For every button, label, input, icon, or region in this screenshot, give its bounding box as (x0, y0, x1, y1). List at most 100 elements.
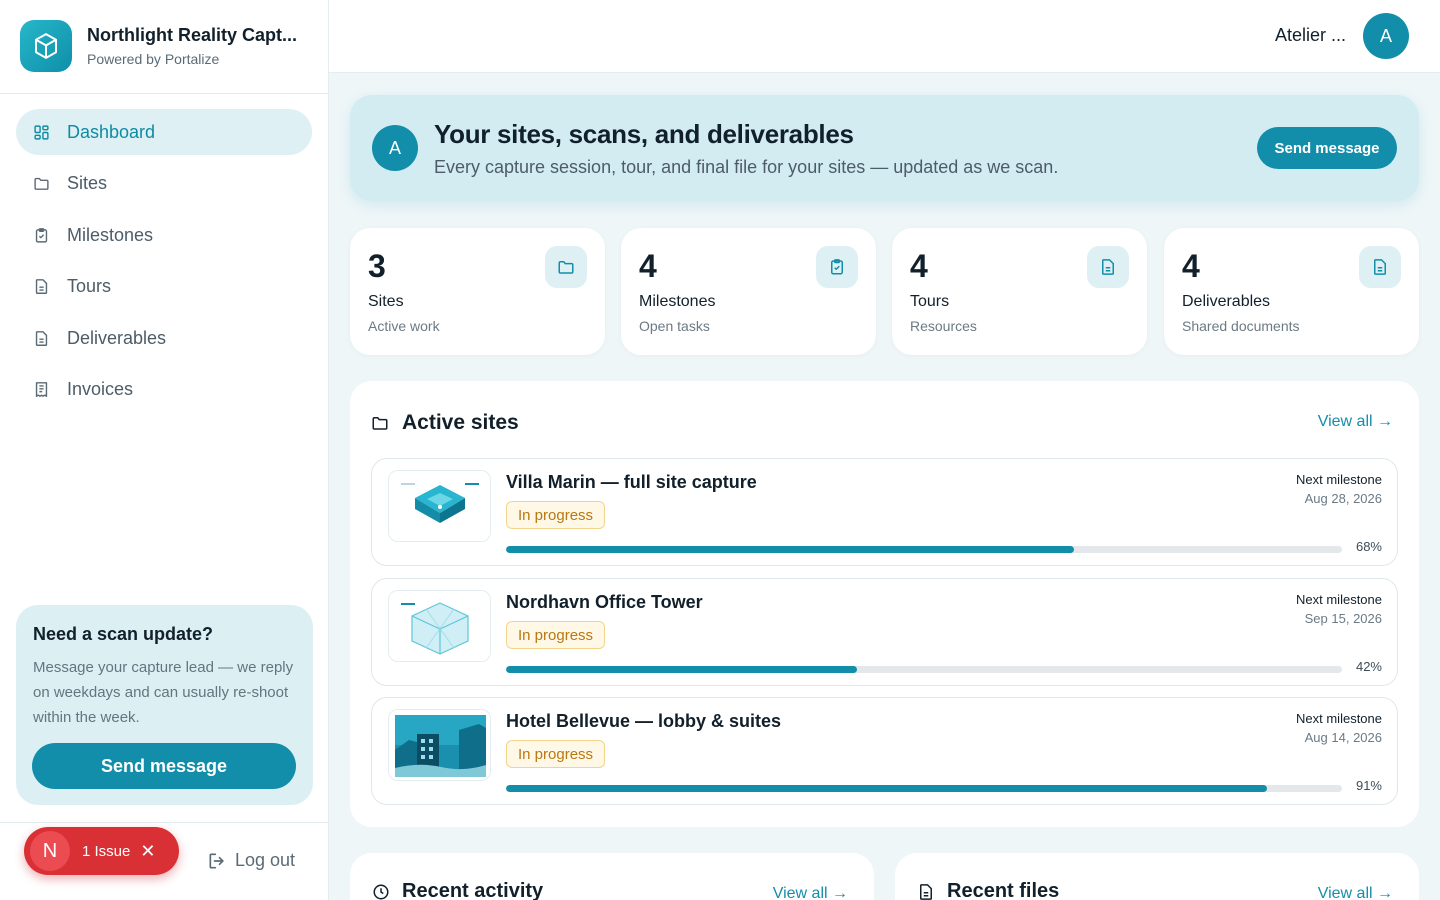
sidebar-item-deliverables[interactable]: Deliverables (16, 315, 312, 361)
sidebar-item-dashboard[interactable]: Dashboard (16, 109, 312, 155)
stat-label: Deliverables (1182, 293, 1271, 310)
send-message-button[interactable]: Send message (1257, 127, 1397, 169)
issue-badge[interactable]: N 1 Issue ✕ (24, 827, 179, 875)
progress-percent: 42% (1355, 659, 1382, 674)
document-icon (1359, 246, 1401, 288)
sidebar-item-label: Sites (67, 173, 108, 193)
active-sites-panel: Active sites View all → Villa Marin — fu… (350, 381, 1419, 827)
grid-icon (32, 123, 50, 141)
view-all-sites-link[interactable]: View all → (1318, 413, 1393, 431)
clipboard-check-icon (816, 246, 858, 288)
milestone-label: Next milestone (1296, 472, 1382, 487)
recent-activity-heading: Recent activity (372, 880, 543, 900)
folder-icon (371, 414, 389, 432)
sidebar-item-invoices[interactable]: Invoices (16, 367, 312, 413)
section-title: Active sites (402, 411, 519, 434)
document-icon (32, 278, 50, 296)
stat-card-deliverables[interactable]: 4 Deliverables Shared documents (1164, 228, 1419, 355)
sidebar-item-label: Invoices (67, 379, 134, 399)
site-thumbnail (388, 590, 491, 662)
issue-avatar: N (30, 831, 70, 871)
stat-card-tours[interactable]: 4 Tours Resources (892, 228, 1147, 355)
milestone-date: Aug 14, 2026 (1304, 730, 1382, 745)
site-name: Nordhavn Office Tower (506, 592, 703, 612)
progress-bar (506, 666, 1342, 673)
status-badge: In progress (506, 621, 606, 649)
progress-fill (506, 785, 1267, 792)
user-name[interactable]: Atelier ... (1275, 25, 1346, 46)
sidebar-item-label: Milestones (67, 224, 154, 245)
sidebar-item-label: Tours (67, 276, 112, 296)
section-title: Recent activity (402, 880, 544, 900)
progress-percent: 68% (1355, 539, 1382, 554)
stat-value: 4 (1182, 248, 1200, 284)
site-card-villa-marin[interactable]: Villa Marin — full site capture In progr… (371, 458, 1398, 566)
section-title: Recent files (947, 880, 1060, 900)
site-name: Hotel Bellevue — lobby & suites (506, 711, 782, 731)
brand-name: Northlight Reality Capt... (87, 25, 298, 45)
status-badge: In progress (506, 740, 606, 768)
help-body: Message your capture lead — we reply on … (33, 659, 294, 726)
cube-logo-icon (20, 20, 72, 72)
stat-value: 3 (368, 248, 386, 284)
active-sites-heading: Active sites (371, 411, 519, 435)
page-subtitle: Every capture session, tour, and final f… (434, 157, 1059, 177)
view-all-files-link[interactable]: View all → (1318, 885, 1393, 900)
progress-fill (506, 546, 1075, 553)
progress-bar (506, 785, 1342, 792)
site-thumbnail (388, 709, 491, 781)
folder-icon (545, 246, 587, 288)
stat-label: Milestones (639, 293, 716, 310)
site-card-hotel-bellevue[interactable]: Hotel Bellevue — lobby & suites In progr… (371, 697, 1398, 805)
progress-percent: 91% (1355, 778, 1382, 793)
logout-icon (207, 851, 227, 871)
brand-header: Northlight Reality Capt... Powered by Po… (0, 0, 328, 94)
document-icon (32, 329, 50, 347)
milestone-date: Aug 28, 2026 (1304, 491, 1382, 506)
sidebar: Northlight Reality Capt... Powered by Po… (0, 0, 329, 900)
welcome-banner: A Your sites, scans, and deliverables Ev… (350, 95, 1419, 201)
logout-button[interactable]: Log out (207, 850, 295, 871)
avatar[interactable]: A (1363, 13, 1409, 59)
stat-sub: Resources (910, 318, 977, 334)
stat-sub: Active work (368, 318, 440, 334)
issue-label: 1 Issue (82, 842, 131, 860)
recent-files-heading: Recent files (917, 880, 1059, 900)
logout-label: Log out (235, 850, 296, 870)
receipt-icon (32, 381, 50, 399)
progress-fill (506, 666, 858, 673)
page-title: Your sites, scans, and deliverables (434, 119, 854, 149)
brand-powered-by: Powered by Portalize (87, 51, 220, 67)
send-message-button[interactable]: Send message (32, 743, 296, 789)
recent-files-panel: Recent files View all → (895, 853, 1419, 900)
folder-icon (32, 175, 50, 193)
stat-label: Sites (368, 293, 404, 310)
milestone-label: Next milestone (1296, 711, 1382, 726)
stat-sub: Shared documents (1182, 318, 1300, 334)
sidebar-item-label: Deliverables (67, 327, 167, 348)
progress-bar (506, 546, 1342, 553)
site-name: Villa Marin — full site capture (506, 472, 757, 492)
clipboard-check-icon (32, 226, 50, 244)
stat-sub: Open tasks (639, 318, 710, 334)
document-icon (1087, 246, 1129, 288)
document-icon (917, 883, 935, 900)
help-card: Need a scan update? Message your capture… (16, 605, 313, 805)
sidebar-item-label: Dashboard (67, 121, 156, 142)
site-card-nordhavn[interactable]: Nordhavn Office Tower In progress Next m… (371, 578, 1398, 686)
sidebar-item-tours[interactable]: Tours (16, 264, 312, 310)
help-title: Need a scan update? (33, 624, 214, 644)
stat-card-sites[interactable]: 3 Sites Active work (350, 228, 605, 355)
sidebar-nav: Dashboard Sites Milestones Tours Deliver… (16, 109, 312, 418)
recent-activity-panel: Recent activity View all → (350, 853, 874, 900)
stat-label: Tours (910, 293, 950, 310)
close-icon[interactable]: ✕ (140, 841, 155, 862)
top-bar: Atelier ... A (329, 0, 1440, 73)
sidebar-item-milestones[interactable]: Milestones (16, 212, 312, 258)
avatar: A (372, 125, 418, 171)
stat-card-milestones[interactable]: 4 Milestones Open tasks (621, 228, 876, 355)
sidebar-item-sites[interactable]: Sites (16, 161, 312, 207)
status-badge: In progress (506, 501, 606, 529)
view-all-activity-link[interactable]: View all → (773, 885, 848, 900)
stat-value: 4 (910, 248, 928, 284)
